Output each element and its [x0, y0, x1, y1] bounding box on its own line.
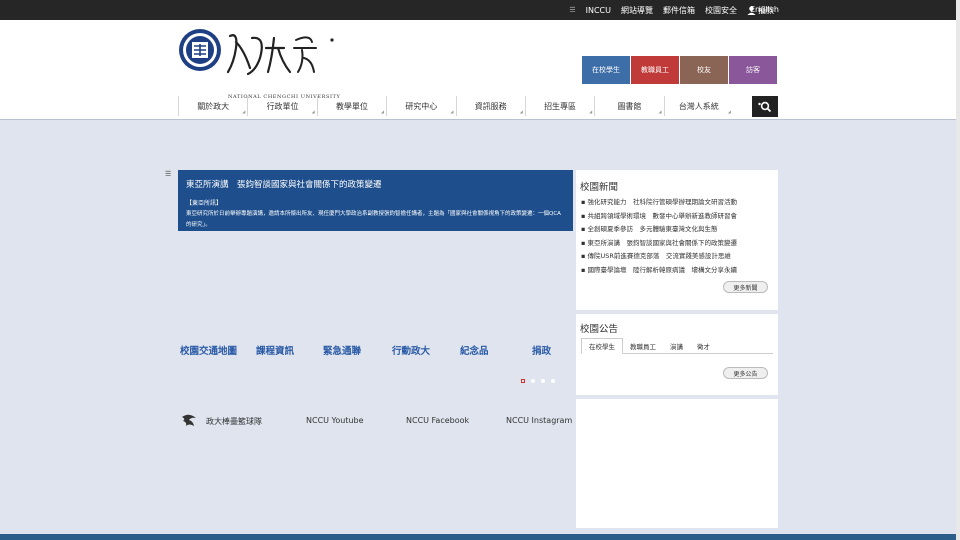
banner-body: 東亞研究所於日前舉辦專題演講，邀請本所傑出所友、現任廈門大學政治系副教授張鈞智擔…: [186, 211, 561, 228]
campus-news-title: 校園新聞: [580, 182, 619, 193]
banner-source: 【東亞所訊】: [186, 200, 223, 207]
nav-academic-units-label: 教學單位: [335, 101, 368, 111]
quick-link-donate[interactable]: 捐政: [532, 343, 551, 357]
dropdown-arrow-icon: ◢: [589, 109, 593, 114]
social-link-youtube[interactable]: NCCU Youtube: [306, 416, 364, 425]
nav-about-label: 關於政大: [197, 101, 230, 111]
top-link-mail[interactable]: 郵件信箱: [663, 5, 695, 16]
nav-system-label: 台灣人系統: [678, 101, 719, 111]
dropdown-arrow-icon: ◢: [381, 109, 385, 114]
quick-links: 校園交通地圖 課程資訊 緊急通聯 行動政大 紀念品 捐政: [176, 343, 568, 357]
dropdown-arrow-icon: ◢: [727, 109, 731, 114]
news-item-text: 全創碩夏季參訪 多元體驗東臺灣文化與生態: [587, 225, 718, 233]
campus-news-panel: 校園新聞 ▪ 強化研究能力 社科院行管碩學辦理期論文研習活動 ▪ 共組跨領域學術…: [576, 170, 778, 310]
carousel-dot-4[interactable]: [551, 379, 555, 383]
nav-it-services[interactable]: 資訊服務 ◢: [455, 96, 525, 116]
nav-system[interactable]: 台灣人系統 ◢: [663, 96, 733, 116]
tab-students[interactable]: 在校學生: [581, 338, 623, 354]
carousel-dot-1[interactable]: [521, 379, 525, 383]
campus-notices-title: 校園公告: [580, 324, 619, 335]
more-news-button[interactable]: 更多新聞: [723, 281, 768, 293]
top-link-sitemap[interactable]: 網站導覽: [621, 5, 653, 16]
top-utility-bar: ☰ INCCU 網站導覽 郵件信箱 校園安全 捐款 English: [0, 0, 960, 20]
social-links: 政大棒壘籃球隊 NCCU Youtube NCCU Facebook NCCU …: [180, 413, 572, 429]
tab-jobs[interactable]: 徵才: [690, 338, 717, 354]
carousel-dot-2[interactable]: [531, 379, 535, 383]
banner-title: 東亞所演講 張鈞智談國家與社會關係下的政策變遷: [186, 180, 382, 190]
dropdown-arrow-icon: ◢: [242, 109, 246, 114]
top-links: ☰ INCCU 網站導覽 郵件信箱 校園安全 捐款: [569, 0, 774, 20]
news-item-text: 傳院USR前進賽德克部落 交流實踐美感設計思維: [587, 252, 731, 260]
banner-menu-icon[interactable]: ☰: [165, 170, 171, 178]
social-link-facebook[interactable]: NCCU Facebook: [406, 416, 469, 425]
audience-visitors-button[interactable]: 訪客: [729, 56, 777, 84]
carousel-dot-3[interactable]: [541, 379, 545, 383]
page-scrollbar[interactable]: [956, 0, 960, 540]
empty-content-panel: [576, 399, 778, 528]
top-link-safety[interactable]: 校園安全: [705, 5, 737, 16]
carousel-indicators: [521, 379, 555, 383]
menu-icon[interactable]: ☰: [569, 6, 575, 14]
footer-bar: [0, 534, 960, 540]
notice-tabs: 在校學生 教職員工 演講 徵才: [581, 338, 773, 354]
news-item[interactable]: ▪ 全創碩夏季參訪 多元體驗東臺灣文化與生態: [581, 223, 773, 237]
news-item[interactable]: ▪ 傳院USR前進賽德克部落 交流實踐美感設計思維: [581, 250, 773, 264]
audience-staff-button[interactable]: 教職員工: [631, 56, 679, 84]
news-item-text: 國際臺學論壇 陸行解析韓原病議 壞構文分享永續: [587, 265, 737, 274]
dropdown-arrow-icon: ◢: [519, 109, 523, 114]
news-item[interactable]: ▪ 國際臺學論壇 陸行解析韓原病議 壞構文分享永續: [581, 264, 773, 278]
dropdown-arrow-icon: ◢: [311, 109, 315, 114]
more-notices-button[interactable]: 更多公告: [723, 367, 768, 379]
nav-admin-units[interactable]: 行政單位 ◢: [247, 96, 316, 116]
nav-it-services-label: 資訊服務: [474, 101, 507, 111]
news-item[interactable]: ▪ 共組跨領域學術環境 數發中心舉辦新進教師研習會: [581, 210, 773, 224]
nav-library-label: 圖書館: [617, 101, 642, 111]
news-item[interactable]: ▪ 東亞所演講 張鈞智談國家與社會關係下的政策變遷: [581, 237, 773, 251]
nav-academic-units[interactable]: 教學單位 ◢: [316, 96, 386, 116]
tab-staff[interactable]: 教職員工: [623, 338, 663, 354]
main-navigation: 關於政大 ◢ 行政單位 ◢ 教學單位 ◢ 研究中心 ◢ 資訊服務 ◢ 招生專區 ◢ 圖書館 ◢…: [178, 96, 733, 116]
nav-admissions-label: 招生專區: [544, 101, 577, 111]
logo-emblem-icon: [179, 29, 334, 76]
university-logo[interactable]: [178, 28, 338, 84]
nav-library[interactable]: 圖書館 ◢: [594, 96, 663, 116]
news-banner[interactable]: 東亞所演講 張鈞智談國家與社會關係下的政策變遷 【東亞所訊】 東亞研究所於日前舉…: [178, 170, 573, 231]
nav-admin-units-label: 行政單位: [266, 101, 299, 111]
nav-admissions[interactable]: 招生專區 ◢: [524, 96, 594, 116]
social-link-instagram[interactable]: NCCU Instagram: [506, 416, 572, 425]
quick-link-souvenir[interactable]: 紀念品: [460, 343, 489, 357]
search-icon: [758, 101, 772, 112]
quick-link-courses[interactable]: 課程資訊: [256, 343, 294, 357]
audience-students-button[interactable]: 在校學生: [582, 56, 630, 84]
news-item-text: 共組跨領域學術環境 數發中心舉辦新進教師研習會: [587, 211, 737, 220]
quick-link-emergency[interactable]: 緊急通聯: [323, 343, 361, 357]
sports-team-logo-icon[interactable]: [180, 413, 198, 429]
campus-notices-panel: 校園公告 在校學生 教職員工 演講 徵才 更多公告: [576, 314, 778, 395]
english-link[interactable]: English: [750, 0, 779, 20]
campus-news-list: ▪ 強化研究能力 社科院行管碩學辦理期論文研習活動 ▪ 共組跨領域學術環境 數發…: [581, 196, 773, 277]
quick-link-mobile[interactable]: 行動政大: [392, 343, 430, 357]
audience-alumni-button[interactable]: 校友: [680, 56, 728, 84]
nav-about[interactable]: 關於政大 ◢: [178, 96, 247, 116]
quick-link-campus-map-label: 校園交通地圖: [180, 346, 238, 357]
social-link-team[interactable]: 政大棒壘籃球隊: [206, 416, 262, 427]
search-button[interactable]: [752, 96, 778, 117]
nav-research-centers-label: 研究中心: [405, 101, 438, 111]
top-link-inccu[interactable]: INCCU: [586, 6, 611, 15]
dropdown-arrow-icon: ◢: [450, 109, 454, 114]
news-item-text: 東亞所演講 張鈞智談國家與社會關係下的政策變遷: [587, 238, 737, 247]
nav-research-centers[interactable]: 研究中心 ◢: [386, 96, 455, 116]
news-item[interactable]: ▪ 強化研究能力 社科院行管碩學辦理期論文研習活動: [581, 196, 773, 210]
tab-lectures[interactable]: 演講: [663, 338, 690, 354]
news-item-text: 強化研究能力 社科院行管碩學辦理期論文研習活動: [587, 198, 737, 206]
dropdown-arrow-icon: ◢: [658, 109, 662, 114]
